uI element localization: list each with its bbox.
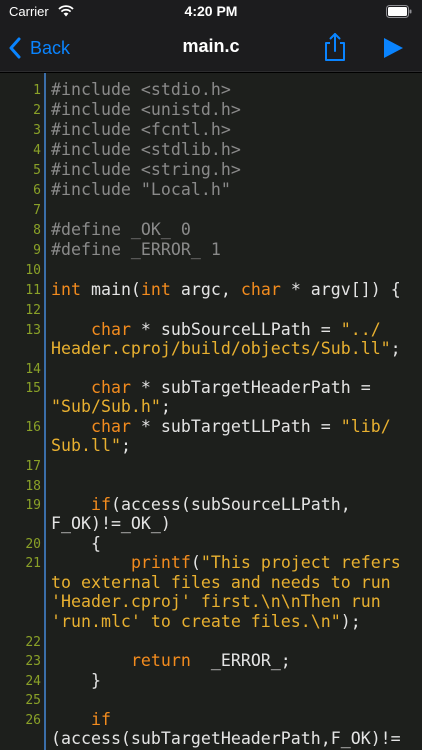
- code-line: #define _OK_ 0: [51, 220, 191, 239]
- code-line: if(access(subSourceLLPath,: [90, 495, 351, 514]
- line-number: 10: [25, 263, 41, 278]
- code-line: int main(int argc, char * argv[]) {: [51, 280, 401, 299]
- line-number: 22: [25, 635, 41, 650]
- code-line: #define _ERROR_ 1: [51, 240, 221, 259]
- code-line: if: [90, 710, 111, 729]
- status-time: 4:20 PM: [184, 3, 238, 19]
- code-line: printf("This project refers: [130, 553, 401, 572]
- code-line: Header.cproj/build/objects/Sub.ll";: [51, 339, 401, 358]
- battery-icon: [386, 5, 412, 18]
- code-line: #include "Local.h": [51, 180, 231, 199]
- code-line: 'run.mlc' to create files.\n");: [51, 612, 361, 631]
- back-button[interactable]: Back: [8, 34, 70, 62]
- code-line: Sub.ll";: [51, 436, 131, 455]
- line-number: 18: [25, 479, 41, 494]
- line-number: 14: [25, 362, 41, 377]
- code-line: #include <string.h>: [51, 160, 241, 179]
- code-line: char * subTargetLLPath = "lib/: [90, 417, 391, 436]
- line-number: 25: [25, 693, 41, 708]
- code-line: to external files and needs to run: [51, 573, 391, 592]
- code-line: char * subSourceLLPath = "../: [90, 320, 381, 339]
- code-line: F_OK)!=_OK_): [51, 514, 171, 533]
- code-line: return _ERROR_;: [130, 651, 291, 670]
- code-line: (access(subTargetHeaderPath,F_OK)!=: [51, 729, 401, 748]
- back-label: Back: [30, 37, 71, 58]
- code-line: #include <fcntl.h>: [51, 120, 231, 139]
- code-editor[interactable]: 1 2 3 4 5 6 7 8 9 10 11 12 13 14 15 16 1…: [0, 73, 422, 750]
- navigation-bar: Back main.c: [0, 24, 422, 72]
- play-icon[interactable]: [382, 37, 404, 59]
- code-line: 'Header.cproj' first.\n\nThen run: [51, 592, 381, 611]
- chevron-left-icon: [9, 37, 21, 59]
- code-line: }: [51, 671, 101, 690]
- code-line: #include <stdio.h>: [51, 80, 231, 99]
- code-line: #include <unistd.h>: [51, 100, 241, 119]
- code-line: "Sub/Sub.h";: [51, 397, 171, 416]
- line-number: 7: [33, 203, 41, 218]
- code-line: {: [51, 534, 101, 553]
- share-icon[interactable]: [322, 32, 348, 62]
- line-number: 12: [25, 303, 41, 318]
- code-line: char * subTargetHeaderPath =: [90, 378, 371, 397]
- status-bar: Carrier 4:20 PM: [0, 0, 422, 24]
- code-line: #include <stdlib.h>: [51, 140, 241, 159]
- line-number: 17: [25, 459, 41, 474]
